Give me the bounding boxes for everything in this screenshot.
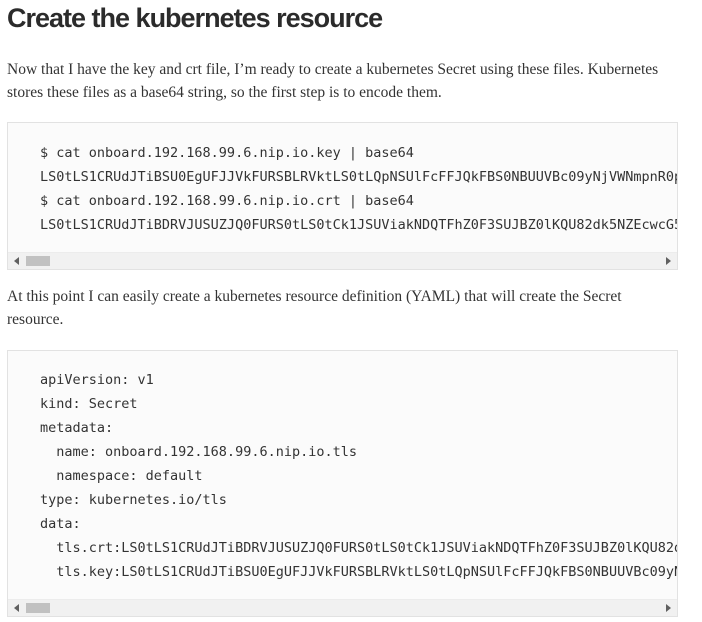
code-content: $ cat onboard.192.168.99.6.nip.io.key | … <box>40 141 677 237</box>
code-line: tls.key:LS0tLS1CRUdJTiBSU0EgUFJJVkFURSBL… <box>40 564 677 580</box>
code-line: metadata: <box>40 420 114 436</box>
horizontal-scrollbar[interactable] <box>8 599 677 616</box>
code-line: LS0tLS1CRUdJTiBDRVJUSUZJQ0FURS0tLS0tCk1J… <box>40 217 677 233</box>
code-line: $ cat onboard.192.168.99.6.nip.io.key | … <box>40 145 414 161</box>
code-line: kind: Secret <box>40 396 138 412</box>
scrollbar-thumb[interactable] <box>26 603 50 613</box>
code-line: tls.crt:LS0tLS1CRUdJTiBDRVJUSUZJQ0FURS0t… <box>40 540 677 556</box>
code-block-base64: $ cat onboard.192.168.99.6.nip.io.key | … <box>7 122 678 270</box>
code-line: data: <box>40 516 81 532</box>
code-line: namespace: default <box>40 468 203 484</box>
code-line: apiVersion: v1 <box>40 372 154 388</box>
code-line: LS0tLS1CRUdJTiBSU0EgUFJJVkFURSBLRVktLS0t… <box>40 169 677 185</box>
code-line: type: kubernetes.io/tls <box>40 492 227 508</box>
code-line: $ cat onboard.192.168.99.6.nip.io.crt | … <box>40 193 414 209</box>
horizontal-scrollbar[interactable] <box>8 252 677 269</box>
code-content: apiVersion: v1 kind: Secret metadata: na… <box>40 368 677 584</box>
code-line: name: onboard.192.168.99.6.nip.io.tls <box>40 444 357 460</box>
intro-paragraph: Now that I have the key and crt file, I’… <box>7 61 659 101</box>
scroll-left-arrow-icon[interactable] <box>14 604 19 612</box>
page-title: Create the kubernetes resource <box>7 3 383 33</box>
scrollbar-thumb[interactable] <box>26 256 50 266</box>
scroll-right-arrow-icon[interactable] <box>666 257 671 265</box>
yaml-intro-paragraph: At this point I can easily create a kube… <box>7 288 622 328</box>
code-block-yaml: apiVersion: v1 kind: Secret metadata: na… <box>7 350 678 617</box>
scroll-right-arrow-icon[interactable] <box>666 604 671 612</box>
scroll-left-arrow-icon[interactable] <box>14 257 19 265</box>
